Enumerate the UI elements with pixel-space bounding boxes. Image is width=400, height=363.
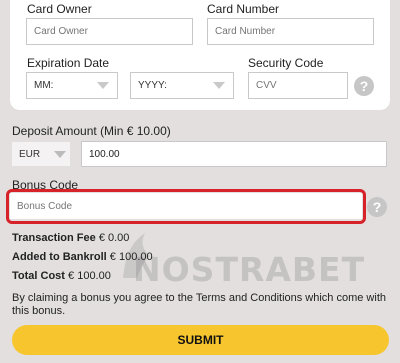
currency-value: EUR [19, 148, 41, 160]
month-value: MM: [34, 80, 54, 91]
currency-select[interactable]: EUR [12, 142, 70, 166]
month-select[interactable]: MM: [26, 72, 118, 99]
deposit-amount-input[interactable]: 100.00 [81, 141, 387, 167]
chevron-down-icon [213, 82, 225, 89]
deposit-label-row: Deposit Amount (Min € 10.00) [12, 124, 171, 138]
card-owner-label: Card Owner [27, 2, 92, 16]
bankroll-label: Added to Bankroll [12, 251, 107, 263]
bankroll-row: Added to Bankroll € 100.00 [12, 251, 153, 263]
year-select[interactable]: YYYY: [130, 72, 234, 99]
watermark-logo: NOSTRABET [133, 250, 366, 289]
bankroll-value: € 100.00 [109, 251, 153, 263]
chevron-down-icon [97, 82, 109, 89]
chevron-down-icon [54, 150, 66, 158]
transaction-fee-row: Transaction Fee € 0.00 [12, 232, 129, 244]
security-help-icon[interactable]: ? [354, 76, 374, 96]
card-number-input[interactable] [207, 18, 374, 45]
year-value: YYYY: [138, 80, 167, 91]
bonus-help-icon[interactable]: ? [367, 197, 387, 217]
transaction-fee-label: Transaction Fee [12, 232, 96, 244]
bonus-code-highlight [6, 189, 366, 224]
cvv-input[interactable] [248, 72, 348, 99]
total-cost-label: Total Cost [12, 270, 65, 282]
security-code-label: Security Code [248, 56, 324, 70]
transaction-fee-value: € 0.00 [98, 232, 130, 244]
total-cost-value: € 100.00 [68, 270, 111, 282]
deposit-label: Deposit Amount [12, 124, 97, 138]
deposit-min: (Min € 10.00) [100, 124, 171, 138]
total-cost-row: Total Cost € 100.00 [12, 270, 111, 282]
card-owner-input[interactable] [26, 18, 193, 45]
submit-button[interactable]: SUBMIT [12, 325, 389, 355]
terms-text: By claiming a bonus you agree to the Ter… [12, 292, 386, 317]
card-number-label: Card Number [207, 2, 280, 16]
expiration-label: Expiration Date [27, 56, 110, 70]
